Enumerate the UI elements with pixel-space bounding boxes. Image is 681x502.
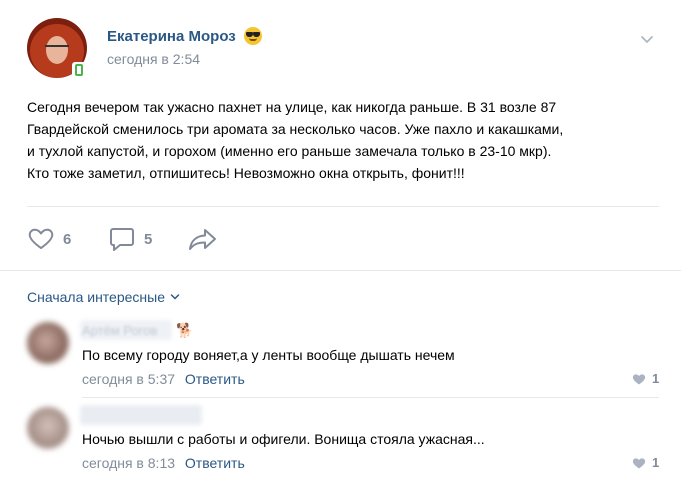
share-icon	[189, 229, 216, 250]
comment-time[interactable]: сегодня в 5:37	[82, 371, 175, 387]
comment: Артём Рогов 🐕 По всему городу воняет,а у…	[0, 313, 681, 393]
post-time[interactable]: сегодня в 2:54	[107, 51, 200, 67]
chevron-down-icon[interactable]	[640, 32, 654, 46]
divider	[27, 206, 659, 207]
post-text-line: Сегодня вечером так ужасно пахнет на ули…	[27, 99, 557, 115]
comment-like-count: 1	[652, 455, 660, 470]
comment: Ночью вышли с работы и офигели. Вонища с…	[0, 398, 681, 478]
dog-emoji-icon: 🐕	[176, 322, 194, 338]
comment-like-button[interactable]: 1	[632, 455, 659, 470]
comment-meta: сегодня в 8:13 Ответить	[82, 455, 245, 471]
comment-like-count: 1	[652, 371, 660, 386]
comment-avatar[interactable]	[27, 322, 69, 364]
sunglasses-emoji-icon	[244, 27, 262, 45]
heart-icon	[28, 228, 54, 249]
post: Екатерина Мороз сегодня в 2:54 Сегодня в…	[0, 0, 681, 270]
post-text: Сегодня вечером так ужасно пахнет на ули…	[27, 96, 667, 184]
comment-meta: сегодня в 5:37 Ответить	[82, 371, 245, 387]
comment-author-name[interactable]: Артём Рогов	[82, 323, 157, 338]
post-text-line: Кто тоже заметил, отпишитесь! Невозможно…	[27, 165, 465, 181]
comment-like-button[interactable]: 1	[632, 371, 659, 386]
heart-icon	[632, 373, 646, 384]
post-author-name[interactable]: Екатерина Мороз	[107, 28, 236, 45]
comments-sort-dropdown[interactable]: Сначала интересные	[27, 289, 180, 305]
share-button[interactable]	[188, 226, 218, 252]
section-divider	[0, 270, 681, 271]
blurred-author-name	[80, 405, 202, 425]
reply-button[interactable]: Ответить	[185, 455, 245, 471]
avatar-glasses	[45, 45, 69, 51]
like-count: 6	[63, 230, 72, 248]
comment-count: 5	[144, 230, 153, 248]
comment-time[interactable]: сегодня в 8:13	[82, 455, 175, 471]
comment-text: Ночью вышли с работы и офигели. Вонища с…	[82, 431, 485, 447]
online-mobile-icon	[72, 62, 86, 78]
comment-icon	[110, 228, 134, 251]
comment-button[interactable]: 5	[108, 226, 152, 252]
chevron-down-icon	[170, 294, 180, 300]
post-text-line: Гвардейской сменилось три аромата за нес…	[27, 121, 564, 137]
comment-text: По всему городу воняет,а у ленты вообще …	[82, 347, 455, 363]
comments-sort-label: Сначала интересные	[27, 289, 165, 305]
like-button[interactable]: 6	[27, 226, 71, 252]
heart-icon	[632, 457, 646, 468]
comment-avatar[interactable]	[27, 407, 69, 449]
post-text-line: и тухлой капустой, и горохом (именно его…	[27, 143, 552, 159]
reply-button[interactable]: Ответить	[185, 371, 245, 387]
